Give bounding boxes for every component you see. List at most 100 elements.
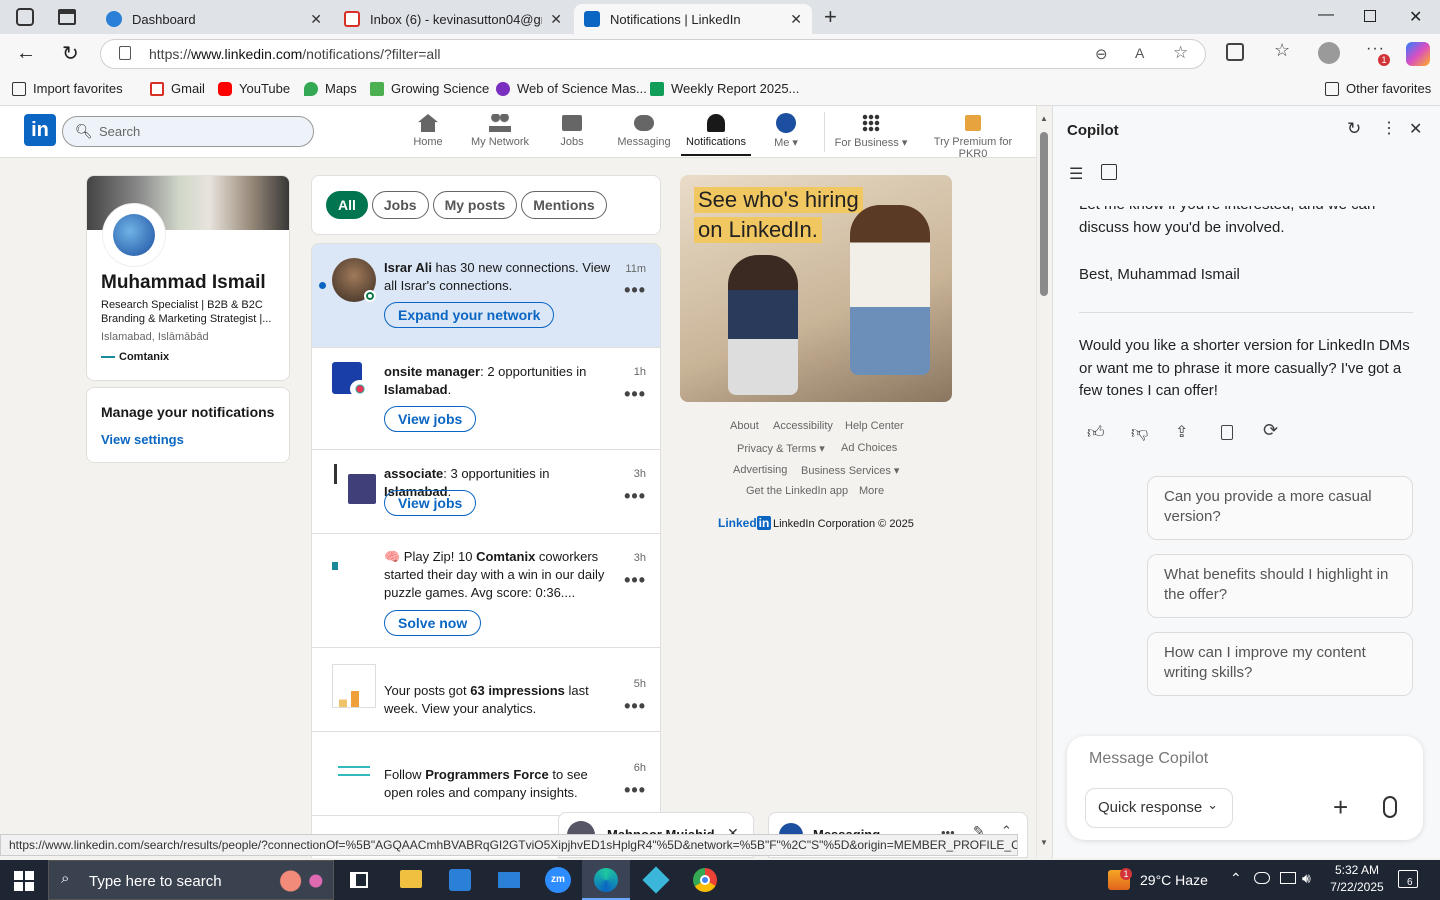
nav-try-premium[interactable]: Try Premium for PKR0 <box>918 112 1028 160</box>
nav-messaging[interactable]: Messaging <box>609 112 679 148</box>
nav-for-business[interactable]: For Business ▾ <box>832 112 910 149</box>
page-scrollbar[interactable]: ▲ ▼ <box>1036 106 1052 858</box>
regenerate-icon[interactable]: ⟳ <box>1263 420 1278 441</box>
more-options-icon[interactable]: ••• <box>624 280 646 301</box>
footer-business-services-link[interactable]: Business Services ▾ <box>801 464 899 477</box>
more-options-icon[interactable]: ••• <box>624 384 646 405</box>
address-bar[interactable]: https://www.linkedin.com/notifications/?… <box>100 39 1206 69</box>
copilot-message-input[interactable]: Message Copilot <box>1089 750 1208 768</box>
chevron-up-icon[interactable]: ⌃ <box>1230 870 1242 887</box>
other-favorites[interactable]: Other favorites <box>1325 81 1431 96</box>
chrome-icon[interactable] <box>693 868 717 892</box>
more-options-icon[interactable]: ••• <box>624 696 646 717</box>
add-attachment-icon[interactable]: + <box>1333 792 1348 823</box>
close-tab-icon[interactable]: ✕ <box>550 11 562 28</box>
footer-about-link[interactable]: About <box>730 420 759 432</box>
workspaces-icon[interactable] <box>16 8 34 26</box>
close-tab-icon[interactable]: ✕ <box>310 11 322 28</box>
footer-help-center-link[interactable]: Help Center <box>845 420 904 432</box>
fav-import-favorites[interactable]: Import favorites <box>12 81 123 96</box>
back-icon[interactable]: ← <box>16 42 36 65</box>
tab-linkedin-notifications[interactable]: Notifications | LinkedIn ✕ <box>574 4 812 34</box>
fav-weekly-report[interactable]: Weekly Report 2025... <box>650 81 799 96</box>
view-jobs-button[interactable]: View jobs <box>384 406 477 432</box>
fav-growing-science[interactable]: Growing Science <box>370 81 489 96</box>
tab-gmail[interactable]: Inbox (6) - kevinasutton04@gmail ✕ <box>334 4 572 34</box>
footer-more-link[interactable]: More <box>859 485 884 497</box>
list-item[interactable]: Israr Ali has 30 new connections. View a… <box>312 244 660 348</box>
weather-text[interactable]: 29°C Haze <box>1140 872 1208 888</box>
scroll-down-icon[interactable]: ▼ <box>1040 838 1048 847</box>
list-item[interactable]: 🧠 Play Zip! 10 Comtanix coworkers starte… <box>312 534 660 648</box>
list-item[interactable]: onsite manager: 2 opportunities in Islam… <box>312 348 660 450</box>
app-diamond-icon[interactable] <box>642 866 670 894</box>
extensions-icon[interactable] <box>1226 43 1244 61</box>
close-window-icon[interactable]: ✕ <box>1409 7 1422 27</box>
restore-icon[interactable] <box>1364 10 1376 22</box>
fav-web-of-science[interactable]: Web of Science Mas... <box>496 81 647 96</box>
share-icon[interactable]: ⇪ <box>1175 422 1188 442</box>
filter-all[interactable]: All <box>326 191 368 219</box>
menu-icon[interactable]: ☰ <box>1069 164 1083 184</box>
more-options-icon[interactable]: ••• <box>624 570 646 591</box>
filter-my-posts[interactable]: My posts <box>432 191 518 219</box>
notification-center-icon[interactable]: 6 <box>1398 870 1418 888</box>
scrollbar-thumb[interactable] <box>1040 132 1048 296</box>
footer-accessibility-link[interactable]: Accessibility <box>773 420 833 432</box>
scroll-up-icon[interactable]: ▲ <box>1040 114 1048 123</box>
thumbs-down-icon[interactable]: 👎︎ <box>1131 422 1148 443</box>
list-item[interactable]: Follow Programmers Force to see open rol… <box>312 732 660 816</box>
thumbs-up-icon[interactable]: 👍︎ <box>1087 422 1105 443</box>
view-jobs-button[interactable]: View jobs <box>384 490 477 516</box>
fav-youtube[interactable]: YouTube <box>218 81 290 96</box>
suggestion-chip[interactable]: What benefits should I highlight in the … <box>1147 554 1413 618</box>
list-item[interactable]: associate: 3 opportunities in Islamabad.… <box>312 450 660 534</box>
edge-taskbar-button[interactable] <box>582 860 630 900</box>
close-tab-icon[interactable]: ✕ <box>790 11 802 28</box>
new-tab-icon[interactable]: + <box>824 4 837 30</box>
minimize-icon[interactable]: — <box>1318 6 1334 24</box>
profile-avatar-icon[interactable] <box>1318 42 1340 64</box>
cloud-icon[interactable] <box>1254 872 1270 884</box>
zoom-app-icon[interactable]: zm <box>545 867 571 893</box>
footer-get-app-link[interactable]: Get the LinkedIn app <box>746 485 848 497</box>
windows-start-icon[interactable] <box>14 871 34 891</box>
nav-notifications[interactable]: Notifications <box>681 112 751 156</box>
filter-jobs[interactable]: Jobs <box>371 191 429 219</box>
more-options-icon[interactable]: ••• <box>624 486 646 507</box>
copilot-icon[interactable] <box>1406 42 1430 66</box>
more-options-icon[interactable]: ⋮ <box>1381 118 1397 138</box>
footer-privacy-terms-link[interactable]: Privacy & Terms ▾ <box>737 442 825 455</box>
view-settings-link[interactable]: View settings <box>101 432 184 447</box>
suggestion-chip[interactable]: Can you provide a more casual version? <box>1147 476 1413 540</box>
file-explorer-icon[interactable] <box>400 870 422 888</box>
profile-card[interactable]: Muhammad Ismail Research Specialist | B2… <box>86 175 290 381</box>
close-icon[interactable]: ✕ <box>1409 119 1422 139</box>
copy-icon[interactable] <box>1221 425 1233 440</box>
nav-me[interactable]: Me ▾ <box>751 112 821 149</box>
zoom-icon[interactable]: ⊖ <box>1095 45 1108 63</box>
tab-actions-icon[interactable] <box>58 9 76 25</box>
nav-home[interactable]: Home <box>393 112 463 148</box>
microphone-icon[interactable] <box>1383 796 1397 818</box>
favorites-icon[interactable]: ☆ <box>1274 40 1290 61</box>
search-input[interactable]: 🔍︎ Search <box>62 116 314 147</box>
footer-advertising-link[interactable]: Advertising <box>733 464 787 476</box>
task-view-icon[interactable] <box>350 872 368 888</box>
refresh-icon[interactable]: ↻ <box>1347 119 1361 139</box>
expand-network-button[interactable]: Expand your network <box>384 302 555 328</box>
tab-dashboard[interactable]: Dashboard ✕ <box>96 4 332 34</box>
more-options-icon[interactable]: ••• <box>624 780 646 801</box>
linkedin-logo-icon[interactable]: in <box>24 114 56 146</box>
favorite-star-icon[interactable]: ☆ <box>1173 43 1188 63</box>
site-info-icon[interactable] <box>119 46 131 60</box>
fav-maps[interactable]: Maps <box>304 81 357 96</box>
profile-company[interactable]: Comtanix <box>101 351 169 363</box>
filter-mentions[interactable]: Mentions <box>521 191 607 219</box>
footer-ad-choices-link[interactable]: Ad Choices <box>841 442 897 454</box>
solve-now-button[interactable]: Solve now <box>384 610 482 636</box>
list-item[interactable]: Your posts got 63 impressions last week.… <box>312 648 660 732</box>
nav-my-network[interactable]: My Network <box>465 112 535 148</box>
hiring-ad[interactable]: See who's hiring on LinkedIn. <box>680 175 952 402</box>
read-aloud-icon[interactable]: A <box>1135 45 1144 61</box>
